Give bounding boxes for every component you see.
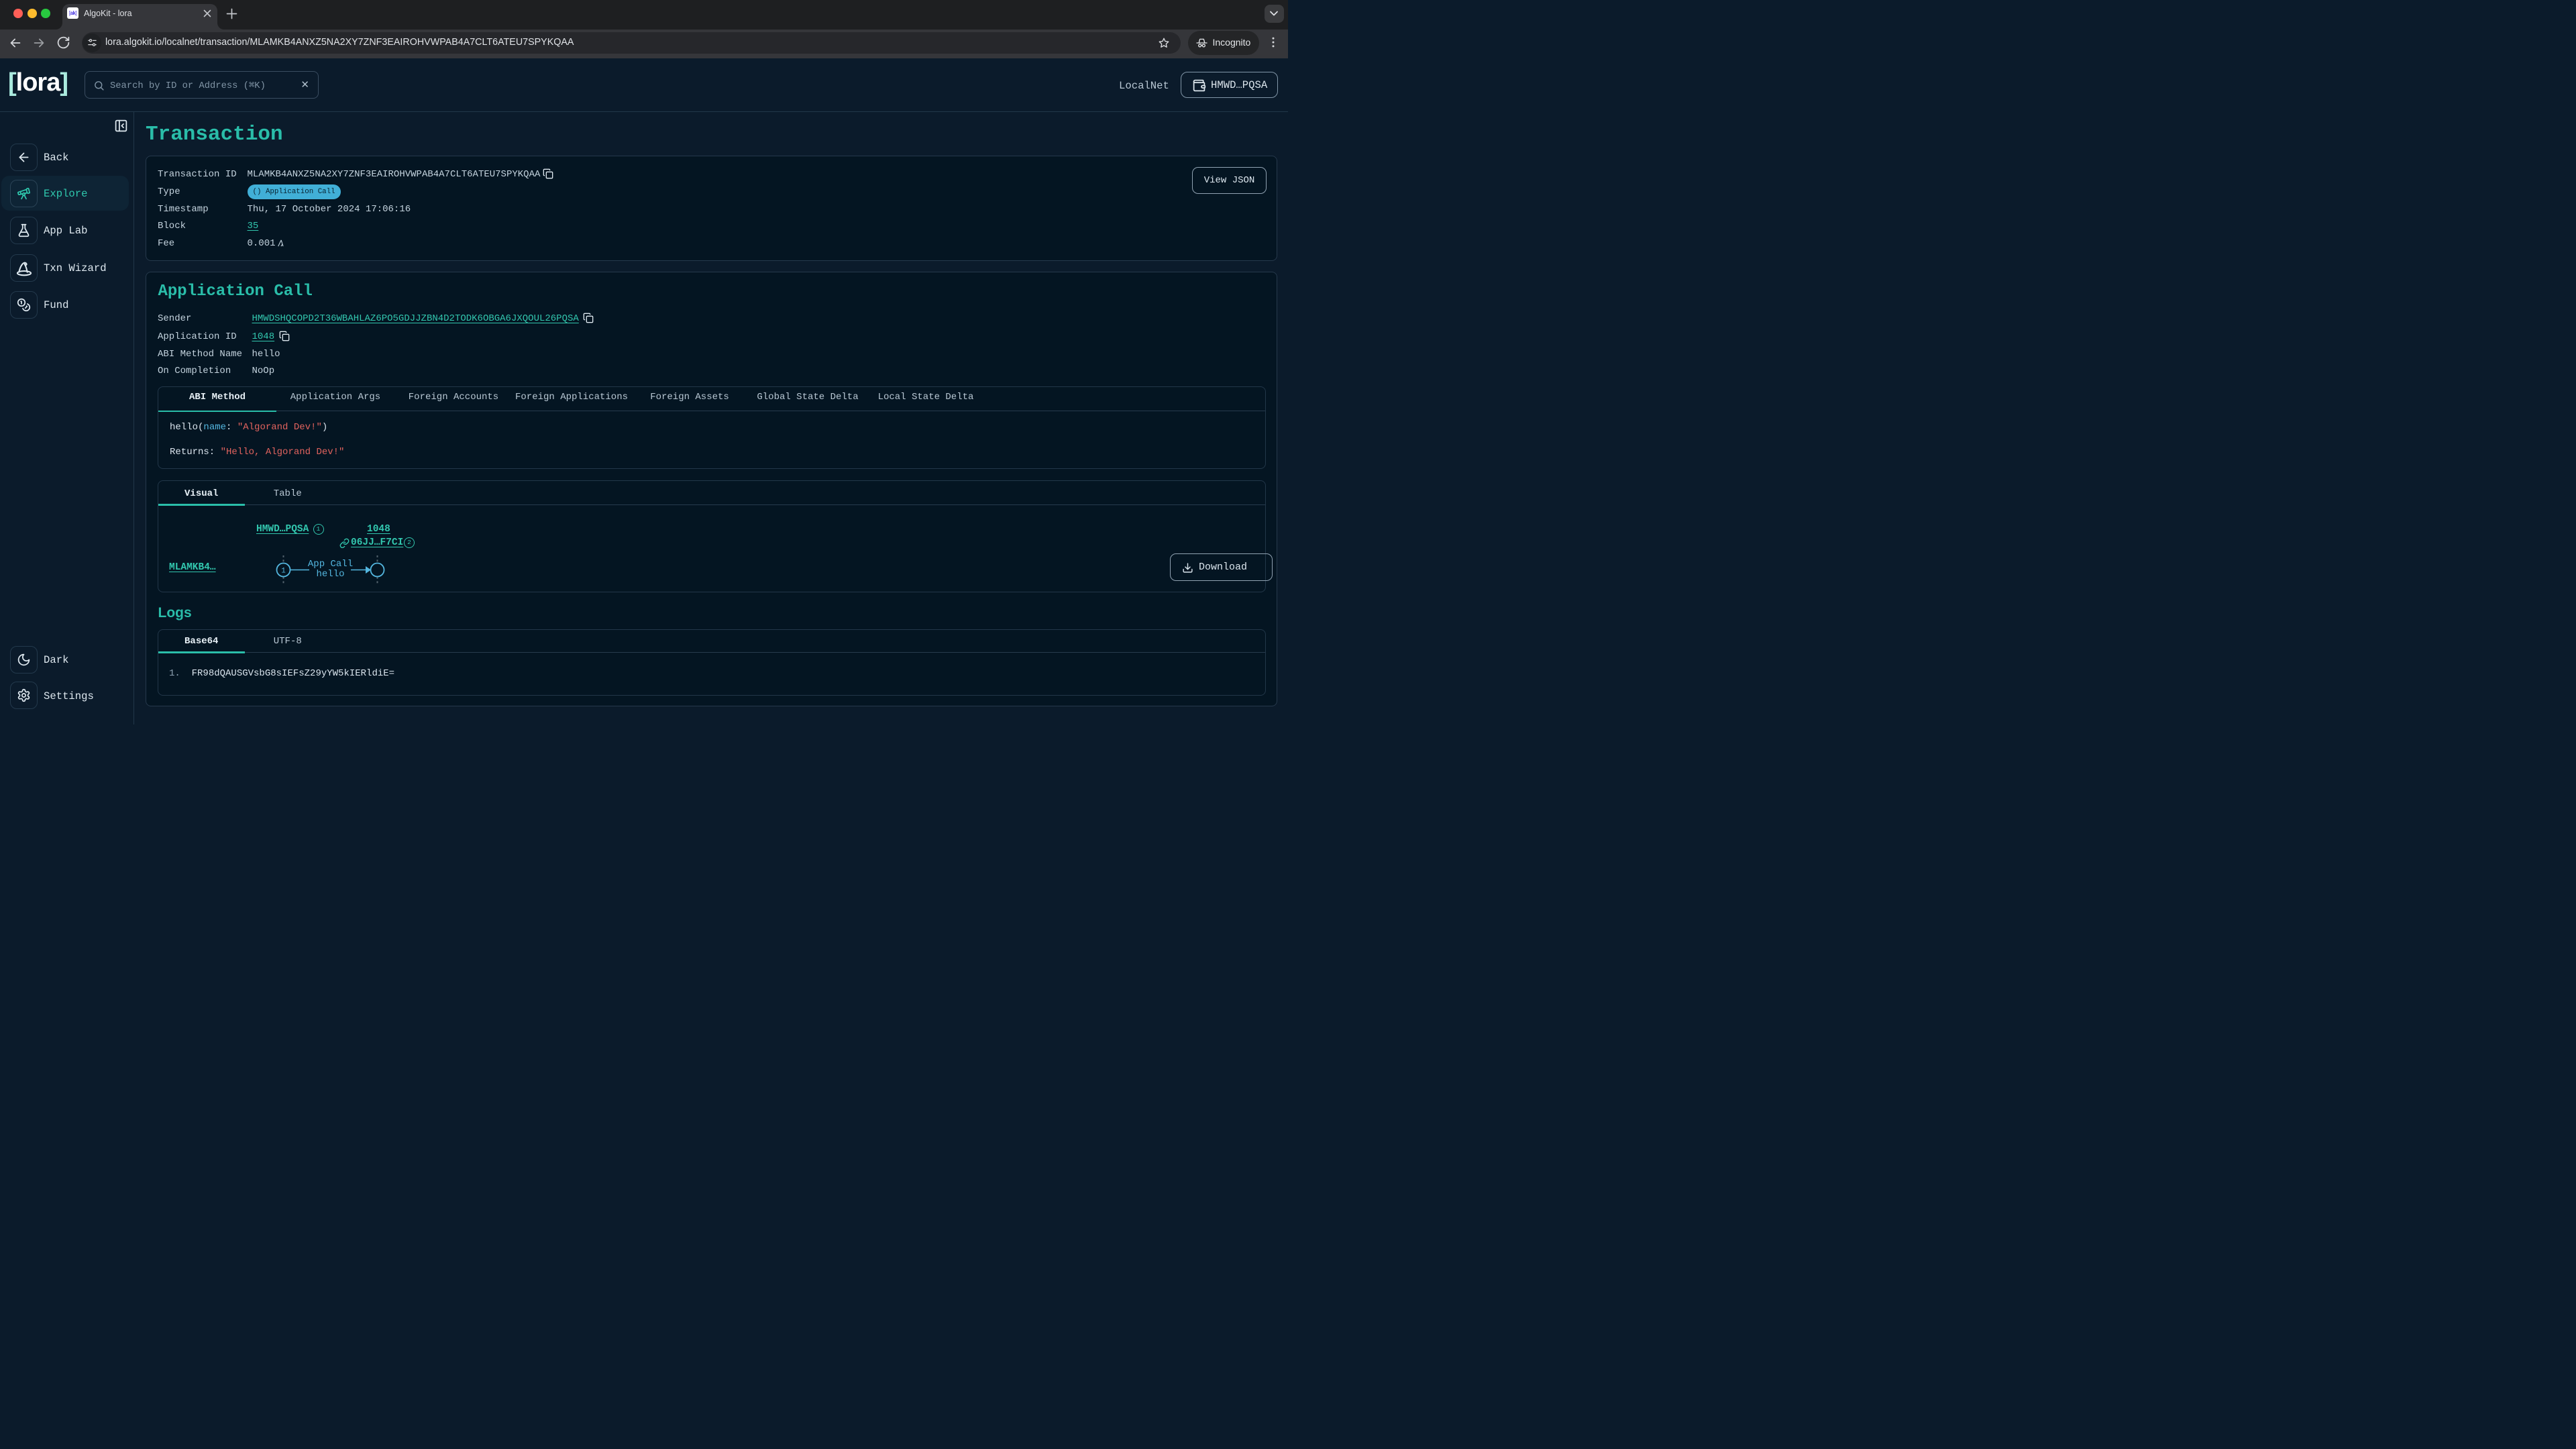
svg-text:1: 1 xyxy=(281,567,286,575)
